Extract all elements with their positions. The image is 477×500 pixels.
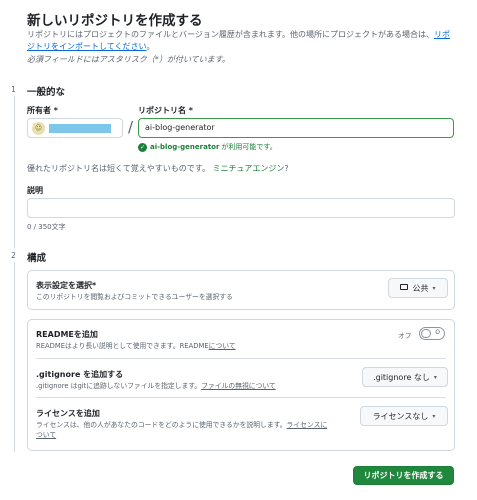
divider xyxy=(36,397,446,398)
readme-about-link[interactable]: について xyxy=(209,342,236,350)
description-end: 。 xyxy=(146,42,155,51)
description-input[interactable] xyxy=(27,198,455,218)
visibility-subtitle: このリポジトリを閲覧およびコミットできるユーザーを選択する xyxy=(36,293,233,301)
hint-suggestion-link[interactable]: ミニチュアエンジン xyxy=(213,164,285,173)
hint-text: 優れたリポジトリ名は短くて覚えやすいものです。 xyxy=(27,164,210,173)
owner-select[interactable]: ☺ xyxy=(27,118,123,138)
visibility-dropdown[interactable]: 公共 ▾ xyxy=(388,278,448,298)
readme-subtitle: READMEはより長い説明として使用できます。READMEについて xyxy=(36,341,236,351)
step-connector-line xyxy=(14,88,15,248)
gitignore-subtitle: .gitignore はgitに追跡しないファイルを指定します。ファイルの無視に… xyxy=(36,381,276,391)
readme-toggle[interactable]: O xyxy=(419,327,445,340)
chevron-down-icon: ▾ xyxy=(432,284,436,292)
repo-name-input[interactable]: ai-blog-generator xyxy=(138,118,454,138)
step-connector-line-2 xyxy=(14,262,15,452)
availability-message: ✓ ai-blog-generator が利用可能です。 xyxy=(138,142,277,152)
license-title: ライセンスを追加 xyxy=(36,409,100,418)
repo-icon xyxy=(400,284,409,290)
availability-suffix: が利用可能です。 xyxy=(221,143,277,151)
visibility-title: 表示設定を選択* xyxy=(36,281,97,290)
page-title: 新しいリポジトリを作成する xyxy=(27,13,203,29)
hint-end: ? xyxy=(284,164,289,173)
description-text: リポジトリにはプロジェクトのファイルとバージョン履歴が含まれます。他の場所にプロ… xyxy=(27,30,435,39)
step-number-1: 1 xyxy=(7,83,20,96)
visibility-value: 公共 xyxy=(412,283,429,293)
owner-repo-separator: / xyxy=(128,118,134,136)
gitignore-subtitle-text: .gitignore はgitに追跡しないファイルを指定します。 xyxy=(36,382,202,390)
description-char-counter: 0 / 350文字 xyxy=(27,223,66,231)
avatar: ☺ xyxy=(32,121,45,135)
chevron-down-icon: ▾ xyxy=(433,373,437,381)
license-dropdown[interactable]: ライセンスなし ▾ xyxy=(360,406,448,426)
license-value: ライセンスなし xyxy=(372,411,429,421)
license-subtitle: ライセンスは、他の人があなたのコードをどのように使用できるかを説明します。ライセ… xyxy=(36,420,356,440)
readme-title: READMEを追加 xyxy=(36,330,98,339)
section-configuration-title: 構成 xyxy=(27,253,47,264)
section-general-title: 一般的な xyxy=(27,87,66,98)
divider xyxy=(36,358,446,359)
required-fields-note: 必須フィールドにはアスタリスク（*）が付いています。 xyxy=(27,55,230,64)
gitignore-dropdown[interactable]: .gitignore なし ▾ xyxy=(362,367,448,387)
license-about-link[interactable]: ライセンスに xyxy=(287,421,328,429)
owner-label: 所有者 * xyxy=(27,106,58,115)
description-label: 説明 xyxy=(27,186,43,195)
readme-toggle-state: オフ xyxy=(398,332,412,340)
gitignore-about-link[interactable]: ファイルの無視について xyxy=(201,382,276,390)
options-card: READMEを追加 READMEはより長い説明として使用できます。READMEに… xyxy=(27,319,455,451)
license-about-link-2[interactable]: ついて xyxy=(36,431,56,439)
readme-subtitle-text: READMEはより長い説明として使用できます。README xyxy=(36,342,209,350)
step-number-2: 2 xyxy=(7,249,20,262)
visibility-card: 表示設定を選択* このリポジトリを閲覧およびコミットできるユーザーを選択する 公… xyxy=(27,270,455,310)
create-repository-button[interactable]: リポジトリを作成する xyxy=(353,466,454,485)
page-description: リポジトリにはプロジェクトのファイルとバージョン履歴が含まれます。他の場所にプロ… xyxy=(27,29,457,53)
chevron-down-icon: ▾ xyxy=(432,412,436,420)
gitignore-title: .gitignore を追加する xyxy=(36,370,124,379)
availability-repo-name: ai-blog-generator xyxy=(150,143,220,151)
repo-name-hint: 優れたリポジトリ名は短くて覚えやすいものです。 ミニチュアエンジン? xyxy=(27,163,289,174)
toggle-off-glyph: O xyxy=(435,329,440,336)
gitignore-value: .gitignore なし xyxy=(373,372,430,382)
check-circle-icon: ✓ xyxy=(138,142,147,152)
toggle-knob xyxy=(421,329,431,338)
license-subtitle-text: ライセンスは、他の人があなたのコードをどのように使用できるかを説明します。 xyxy=(36,421,287,429)
repo-name-label: リポジトリ名 * xyxy=(138,106,193,115)
owner-name-redacted xyxy=(49,123,111,133)
